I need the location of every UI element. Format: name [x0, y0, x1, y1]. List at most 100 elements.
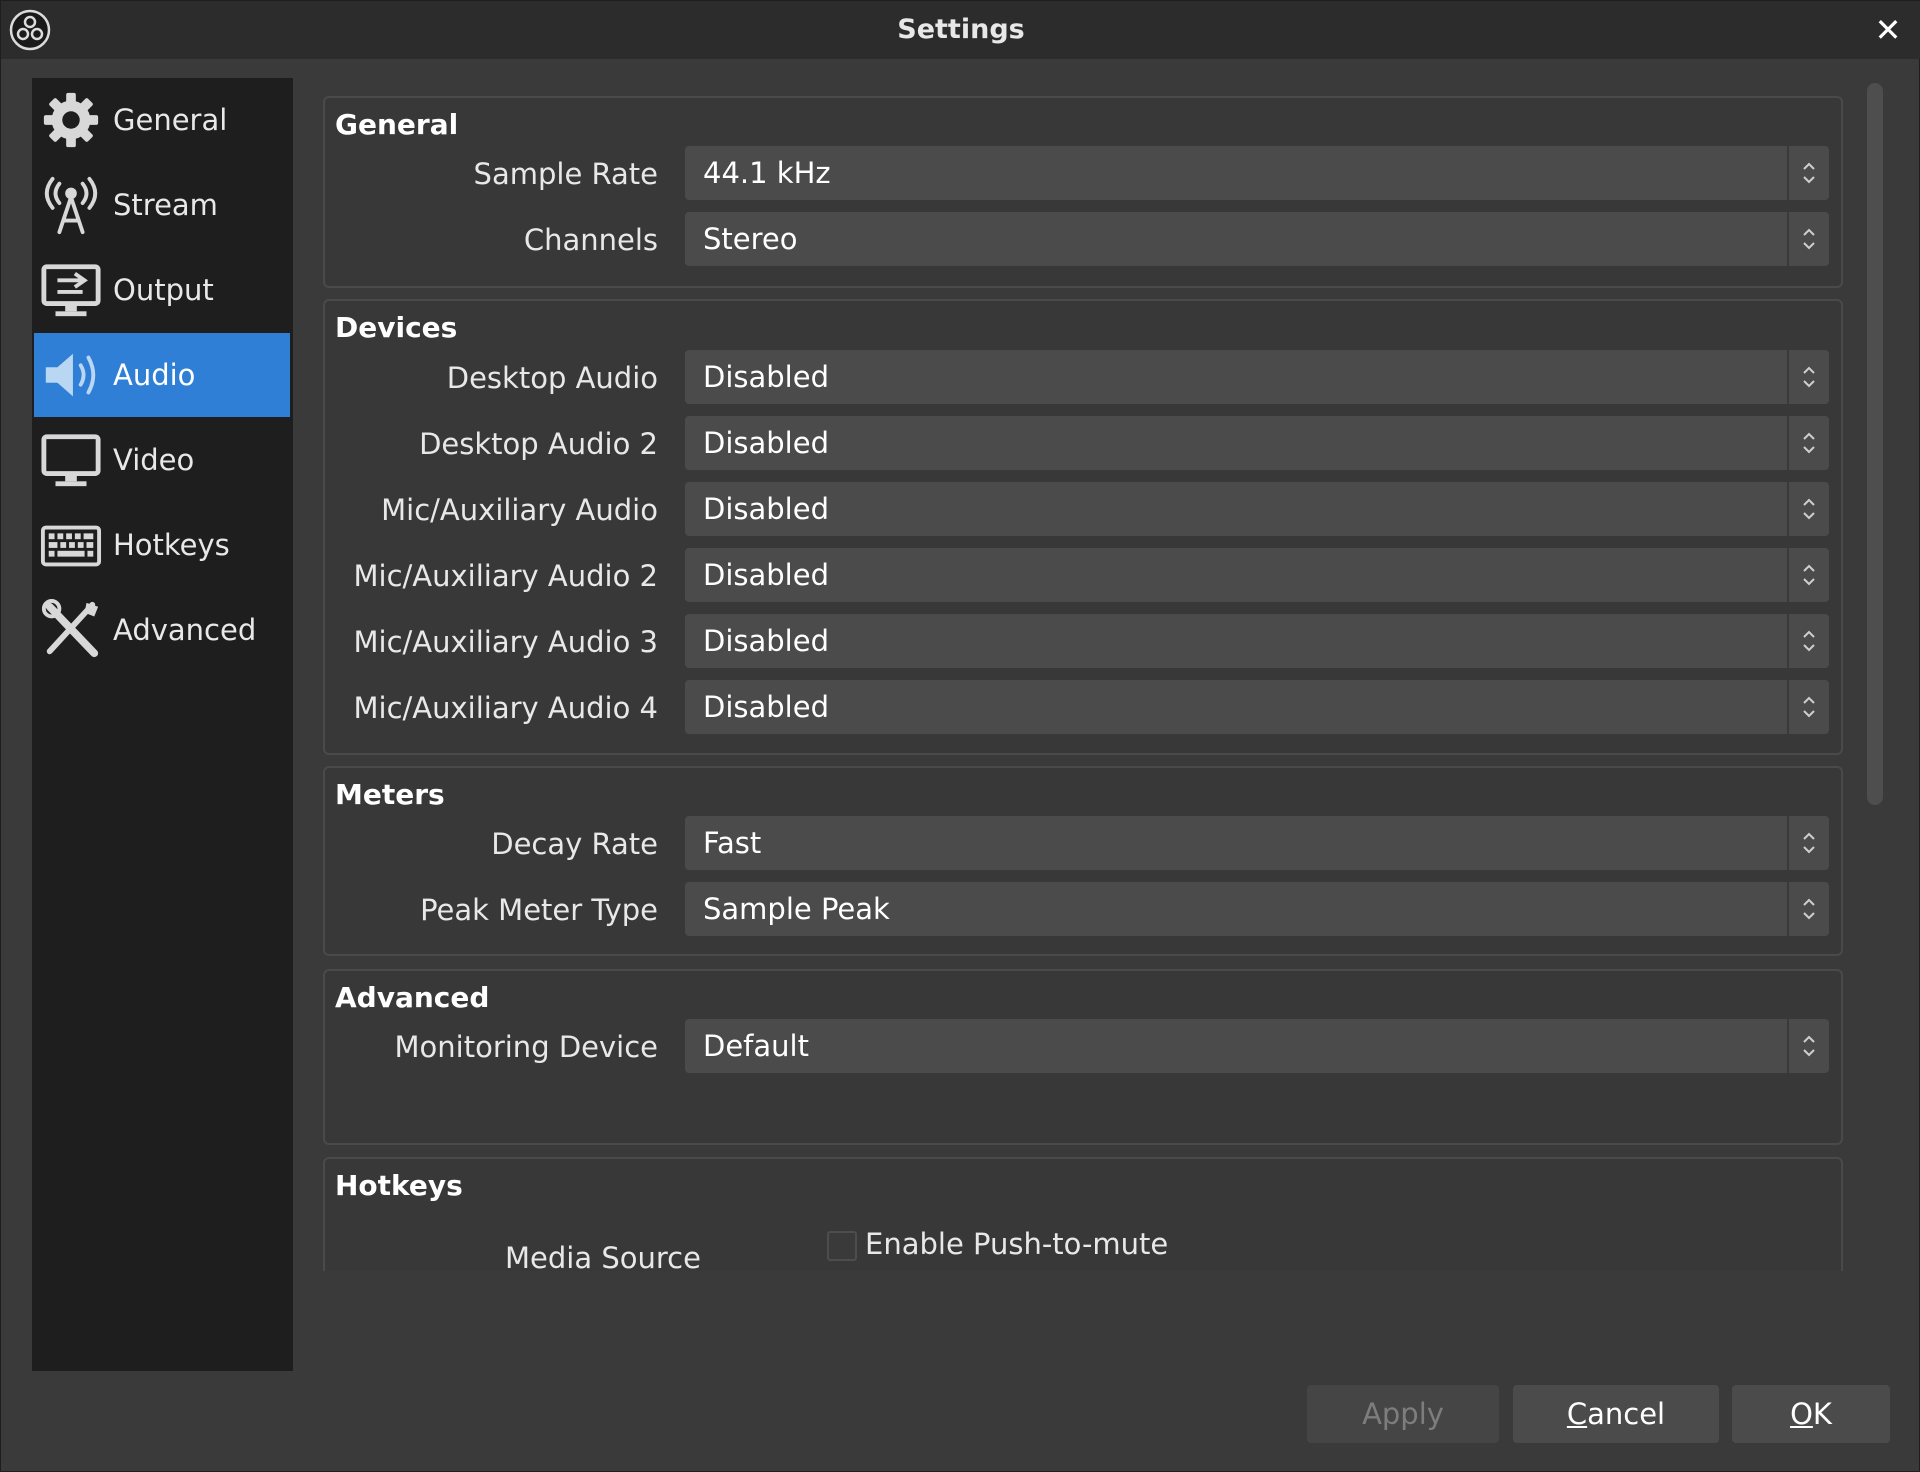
- mic-audio-2-select[interactable]: Disabled: [685, 548, 1829, 602]
- desktop-audio-2-select[interactable]: Disabled: [685, 416, 1829, 470]
- select-value: Disabled: [703, 360, 829, 394]
- field-label: Desktop Audio 2: [419, 427, 658, 461]
- devices-group: Devices Desktop Audio Disabled Desktop A…: [323, 299, 1843, 755]
- antenna-icon: [39, 173, 103, 237]
- select-value: Disabled: [703, 492, 829, 526]
- cancel-button[interactable]: Cancel: [1513, 1385, 1719, 1443]
- field-label: Channels: [523, 223, 658, 257]
- decay-rate-select[interactable]: Fast: [685, 816, 1829, 870]
- settings-window: Settings ✕ General Stream Output Audio V…: [0, 0, 1920, 1472]
- cancel-label-rest: ancel: [1587, 1397, 1666, 1431]
- sidebar-item-label: Stream: [113, 188, 218, 222]
- sidebar-item-label: Hotkeys: [113, 528, 230, 562]
- sidebar-item-label: Audio: [113, 358, 196, 392]
- output-icon: [39, 258, 103, 322]
- speaker-icon: [39, 343, 103, 407]
- sidebar-item-hotkeys[interactable]: Hotkeys: [34, 503, 290, 587]
- mic-audio-3-row: Mic/Auxiliary Audio 3 Disabled: [325, 614, 1843, 670]
- field-label: Desktop Audio: [446, 361, 658, 395]
- desktop-audio-row: Desktop Audio Disabled: [325, 350, 1843, 406]
- select-value: Stereo: [703, 222, 798, 256]
- sample-rate-row: Sample Rate 44.1 kHz: [325, 146, 1843, 202]
- field-label: Mic/Auxiliary Audio 2: [353, 559, 658, 593]
- select-value: Disabled: [703, 426, 829, 460]
- ok-button[interactable]: OK: [1732, 1385, 1890, 1443]
- apply-button[interactable]: Apply: [1307, 1385, 1499, 1443]
- group-title: Hotkeys: [335, 1169, 463, 1202]
- sidebar-item-label: General: [113, 103, 228, 137]
- general-group: General Sample Rate 44.1 kHz Channels St…: [323, 96, 1843, 288]
- desktop-audio-2-row: Desktop Audio 2 Disabled: [325, 416, 1843, 472]
- cancel-mnemonic: C: [1566, 1397, 1588, 1431]
- ok-label-rest: K: [1812, 1397, 1832, 1431]
- sidebar-item-advanced[interactable]: Advanced: [34, 588, 290, 672]
- channels-row: Channels Stereo: [325, 212, 1843, 268]
- monitor-icon: [39, 428, 103, 492]
- title-bar: Settings ✕: [1, 1, 1920, 59]
- sidebar-item-general[interactable]: General: [34, 78, 290, 162]
- updown-arrows-icon: [1787, 614, 1829, 668]
- field-label: Mic/Auxiliary Audio 3: [353, 625, 658, 659]
- select-value: Disabled: [703, 690, 829, 724]
- select-value: Disabled: [703, 624, 829, 658]
- hotkey-source-label: Media Source: [505, 1241, 701, 1271]
- mic-audio-3-select[interactable]: Disabled: [685, 614, 1829, 668]
- sample-rate-select[interactable]: 44.1 kHz: [685, 146, 1829, 200]
- vertical-scrollbar[interactable]: [1865, 83, 1885, 1271]
- mic-audio-4-select[interactable]: Disabled: [685, 680, 1829, 734]
- group-title: Meters: [335, 778, 445, 811]
- sidebar-item-label: Advanced: [113, 613, 257, 647]
- sidebar-item-label: Video: [113, 443, 195, 477]
- updown-arrows-icon: [1787, 1019, 1829, 1073]
- peak-meter-type-select[interactable]: Sample Peak: [685, 882, 1829, 936]
- window-title: Settings: [897, 14, 1025, 45]
- sidebar-item-audio[interactable]: Audio: [34, 333, 290, 417]
- updown-arrows-icon: [1787, 816, 1829, 870]
- field-label: Sample Rate: [473, 157, 658, 191]
- updown-arrows-icon: [1787, 212, 1829, 266]
- sidebar-item-label: Output: [113, 273, 214, 307]
- select-value: Default: [703, 1029, 809, 1063]
- tools-icon: [39, 598, 103, 662]
- keyboard-icon: [39, 513, 103, 577]
- monitoring-device-select[interactable]: Default: [685, 1019, 1829, 1073]
- updown-arrows-icon: [1787, 680, 1829, 734]
- advanced-group: Advanced Monitoring Device Default: [323, 969, 1843, 1145]
- field-label: Peak Meter Type: [420, 893, 658, 927]
- push-to-mute-label[interactable]: Enable Push-to-mute: [865, 1227, 1168, 1261]
- channels-select[interactable]: Stereo: [685, 212, 1829, 266]
- group-title: Advanced: [335, 981, 490, 1014]
- updown-arrows-icon: [1787, 482, 1829, 536]
- meters-group: Meters Decay Rate Fast Peak Meter Type S…: [323, 766, 1843, 956]
- select-value: Fast: [703, 826, 762, 860]
- push-to-mute-checkbox[interactable]: [827, 1231, 857, 1261]
- settings-sidebar: General Stream Output Audio Video Hotkey…: [32, 78, 293, 1371]
- gear-icon: [39, 88, 103, 152]
- updown-arrows-icon: [1787, 416, 1829, 470]
- desktop-audio-select[interactable]: Disabled: [685, 350, 1829, 404]
- select-value: 44.1 kHz: [703, 156, 831, 190]
- mic-audio-4-row: Mic/Auxiliary Audio 4 Disabled: [325, 680, 1843, 736]
- ok-mnemonic: O: [1790, 1397, 1813, 1431]
- field-label: Decay Rate: [491, 827, 658, 861]
- monitoring-device-row: Monitoring Device Default: [325, 1019, 1843, 1075]
- field-label: Monitoring Device: [394, 1030, 658, 1064]
- sidebar-item-video[interactable]: Video: [34, 418, 290, 502]
- field-label: Mic/Auxiliary Audio: [381, 493, 658, 527]
- updown-arrows-icon: [1787, 146, 1829, 200]
- updown-arrows-icon: [1787, 548, 1829, 602]
- sidebar-item-output[interactable]: Output: [34, 248, 290, 332]
- hotkeys-group: Hotkeys Media Source Enable Push-to-mute: [323, 1157, 1843, 1271]
- select-value: Sample Peak: [703, 892, 890, 926]
- group-title: General: [335, 108, 459, 141]
- updown-arrows-icon: [1787, 882, 1829, 936]
- scrollbar-thumb[interactable]: [1867, 83, 1883, 805]
- peak-meter-type-row: Peak Meter Type Sample Peak: [325, 882, 1843, 938]
- select-value: Disabled: [703, 558, 829, 592]
- group-title: Devices: [335, 311, 458, 344]
- mic-audio-select[interactable]: Disabled: [685, 482, 1829, 536]
- audio-settings-panel: General Sample Rate 44.1 kHz Channels St…: [323, 79, 1843, 1271]
- close-icon[interactable]: ✕: [1869, 11, 1907, 49]
- sidebar-item-stream[interactable]: Stream: [34, 163, 290, 247]
- decay-rate-row: Decay Rate Fast: [325, 816, 1843, 872]
